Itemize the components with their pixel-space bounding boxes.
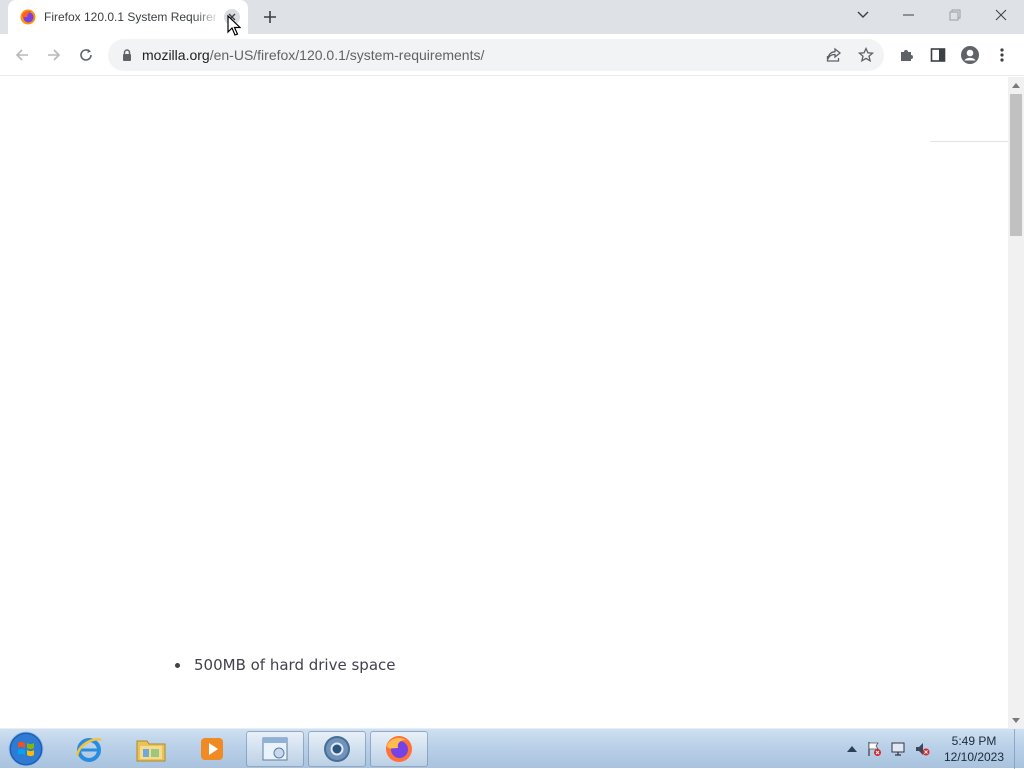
new-tab-button[interactable] — [258, 5, 282, 29]
show-hidden-icons-button[interactable] — [844, 741, 860, 757]
ie-icon — [75, 738, 102, 762]
scrollbar-thumb[interactable] — [1010, 94, 1022, 236]
taskbar-app-chrome[interactable] — [308, 731, 366, 767]
taskbar-app-explorer[interactable] — [122, 731, 180, 767]
firefox-icon — [386, 736, 412, 762]
close-window-button[interactable] — [978, 0, 1024, 30]
volume-muted-icon — [916, 743, 930, 756]
profile-button[interactable] — [960, 45, 980, 65]
clock-time: 5:49 PM — [951, 734, 997, 748]
mozilla-favicon-icon — [20, 9, 36, 25]
window-app-icon — [262, 737, 288, 761]
triangle-up-icon — [1012, 82, 1020, 88]
reload-button[interactable] — [73, 42, 99, 68]
restore-icon — [949, 9, 961, 21]
list-item: 500MB of hard drive space — [172, 654, 395, 676]
action-center-tray[interactable] — [866, 741, 882, 757]
triangle-up-icon — [847, 746, 857, 752]
extensions-button[interactable] — [896, 45, 916, 65]
divider — [930, 141, 1008, 142]
folder-icon — [136, 740, 166, 762]
windows-logo-icon — [8, 731, 44, 767]
taskbar-clock[interactable]: 5:49 PM 12/10/2023 — [936, 733, 1012, 765]
scroll-up-button[interactable] — [1008, 77, 1024, 93]
network-tray[interactable] — [890, 741, 906, 757]
arrow-left-icon — [15, 49, 28, 61]
vertical-scrollbar[interactable] — [1008, 77, 1024, 728]
tab-strip: Firefox 120.0.1 System Requirements — [0, 0, 1024, 34]
side-panel-icon — [930, 48, 946, 62]
page-viewport: 500MB of hard drive space — [0, 77, 1008, 728]
tab-title: Firefox 120.0.1 System Requirements — [44, 10, 216, 24]
tab-title-fade — [194, 6, 220, 28]
windows-taskbar: 5:49 PM 12/10/2023 — [0, 728, 1024, 769]
restore-button[interactable] — [932, 0, 978, 30]
close-icon — [995, 9, 1007, 21]
mouse-cursor-icon — [227, 15, 241, 36]
url-text[interactable]: mozilla.org/en-US/firefox/120.0.1/system… — [142, 47, 484, 63]
taskbar-app-media-player[interactable] — [183, 731, 241, 767]
volume-tray[interactable] — [914, 741, 930, 757]
taskbar-app-window[interactable] — [246, 731, 304, 767]
network-icon — [891, 742, 905, 756]
requirements-list: 500MB of hard drive space — [172, 654, 395, 676]
minimize-button[interactable] — [886, 0, 932, 30]
taskbar-app-ie[interactable] — [60, 731, 118, 767]
plus-icon — [264, 11, 276, 23]
share-button[interactable] — [824, 45, 844, 65]
lock-icon[interactable] — [120, 48, 134, 62]
tab-firefox-system-requirements[interactable]: Firefox 120.0.1 System Requirements — [8, 0, 248, 34]
start-button[interactable] — [6, 730, 46, 768]
chevron-down-icon — [857, 11, 869, 18]
avatar-icon — [961, 46, 979, 64]
side-panel-button[interactable] — [928, 45, 948, 65]
triangle-down-icon — [1012, 717, 1020, 723]
requirement-text: 500MB of hard drive space — [194, 656, 396, 674]
chrome-icon — [324, 736, 350, 762]
browser-toolbar: mozilla.org/en-US/firefox/120.0.1/system… — [0, 34, 1024, 76]
address-bar[interactable]: mozilla.org/en-US/firefox/120.0.1/system… — [108, 39, 884, 71]
minimize-icon — [903, 14, 914, 16]
forward-button[interactable] — [41, 42, 67, 68]
show-desktop-button[interactable] — [1014, 729, 1024, 769]
bullet-icon — [175, 662, 180, 668]
back-button[interactable] — [9, 42, 35, 68]
arrow-right-icon — [48, 49, 61, 61]
url-host: mozilla.org — [142, 47, 210, 63]
reload-icon — [80, 49, 92, 61]
url-path: /en-US/firefox/120.0.1/system-requiremen… — [209, 47, 485, 63]
puzzle-icon — [901, 50, 913, 61]
taskbar-app-firefox[interactable] — [370, 731, 428, 767]
share-icon — [826, 47, 842, 62]
bookmark-button[interactable] — [856, 45, 876, 65]
star-icon — [858, 47, 874, 63]
media-player-icon — [201, 738, 223, 760]
kebab-menu-icon — [1000, 48, 1004, 62]
clock-date: 12/10/2023 — [943, 750, 1005, 764]
menu-button[interactable] — [992, 45, 1012, 65]
scroll-down-button[interactable] — [1008, 712, 1024, 728]
tab-search-button[interactable] — [840, 0, 886, 30]
flag-alert-icon — [868, 742, 881, 756]
